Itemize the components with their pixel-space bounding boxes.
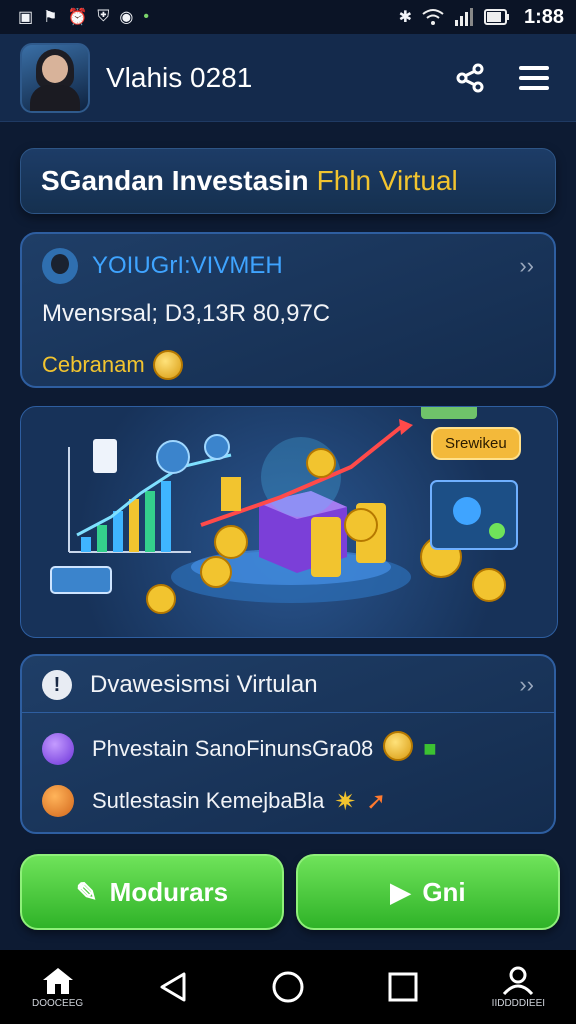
chevron-right-icon[interactable]: ›› xyxy=(519,672,534,698)
nav-profile-label: IIDDDDIEEI xyxy=(491,997,546,1009)
battery-icon xyxy=(483,9,509,25)
coin-icon xyxy=(383,731,414,767)
bluetooth-icon: ✱ xyxy=(398,9,412,26)
wifi-icon xyxy=(422,9,444,25)
app-bar: Vlahis 0281 xyxy=(0,34,576,122)
banner-title: SGandan Investasin xyxy=(41,165,309,196)
illustration-tag[interactable]: Srewikeu xyxy=(431,427,521,460)
list-item-label: Sutlestasin KemejbaBla xyxy=(92,788,325,813)
app-icon: ▣ xyxy=(18,9,34,26)
profile-icon xyxy=(503,966,534,995)
piggy-bank-icon xyxy=(42,733,74,765)
divider xyxy=(22,712,554,713)
menu-button[interactable] xyxy=(512,56,556,100)
banner-highlight: Fhln Virtual xyxy=(316,165,458,196)
recents-icon xyxy=(388,972,418,1002)
nav-back[interactable] xyxy=(138,957,208,1017)
nav-profile[interactable]: IIDDDDIEEI xyxy=(483,957,553,1017)
account-balance: Mvensrsal; D3,13R 80,97C xyxy=(42,300,331,327)
nav-home-circle[interactable] xyxy=(253,957,323,1017)
back-icon xyxy=(160,972,186,1002)
page-title: Vlahis 0281 xyxy=(106,61,253,93)
list-item[interactable]: Sutlestasin KemejbaBla ✷ ➚ xyxy=(42,785,534,817)
bottom-nav-bar: DOOCEEG IIDDDDIEEI xyxy=(0,950,576,1024)
status-bar: ▣ ⚑ ⏰ ⛨ ◉ • ✱ 1:88 xyxy=(0,0,576,34)
signal-icon xyxy=(454,8,473,26)
share-icon xyxy=(456,63,484,92)
modurars-button[interactable]: ✎ Modurars xyxy=(20,854,284,930)
info-icon: ! xyxy=(42,670,72,700)
nav-home[interactable]: DOOCEEG xyxy=(23,957,93,1017)
circle-icon: ◉ xyxy=(119,9,134,26)
virtual-investment-card: ! Dvawesismsi Virtulan ›› Phvestain Sano… xyxy=(20,654,556,834)
section-banner: SGandan Investasin Fhln Virtual xyxy=(20,148,556,214)
virtual-card-title: Dvawesismsi Virtulan xyxy=(90,671,318,698)
account-name: YOIUGrI:VIVMEH xyxy=(92,252,283,279)
status-right-icons: ✱ 1:88 xyxy=(399,6,564,29)
nav-recents[interactable] xyxy=(368,957,438,1017)
account-card[interactable]: YOIUGrI:VIVMEH ›› Mvensrsal; D3,13R 80,9… xyxy=(20,232,556,388)
nav-home-label: DOOCEEG xyxy=(32,997,84,1009)
flag-icon: ⚑ xyxy=(43,9,58,26)
account-sub-label: Cebranam xyxy=(42,352,145,377)
modurars-button-label: Modurars xyxy=(109,876,229,907)
investment-illustration: Srewikeu xyxy=(20,406,558,638)
share-button[interactable] xyxy=(448,56,492,100)
home-icon xyxy=(42,967,73,994)
circle-home-icon xyxy=(272,971,304,1003)
account-avatar xyxy=(42,248,78,284)
avatar[interactable] xyxy=(20,42,90,113)
account-sub-label-row: Cebranam xyxy=(42,350,534,380)
status-time: 1:88 xyxy=(523,5,564,28)
alarm-icon: ⏰ xyxy=(67,9,88,26)
menu-icon xyxy=(519,65,549,90)
coin-icon xyxy=(152,350,183,380)
list-item[interactable]: Phvestain SanoFinunsGra08 ■ xyxy=(42,731,534,767)
arrow-up-icon: ➚ xyxy=(366,787,387,815)
shield-icon: ⛨ xyxy=(97,8,110,25)
list-item-label: Phvestain SanoFinunsGra08 xyxy=(92,736,374,761)
status-left-icons: ▣ ⚑ ⏰ ⛨ ◉ • xyxy=(18,7,149,27)
play-icon: ▶ xyxy=(390,876,411,907)
chevron-right-icon[interactable]: ›› xyxy=(519,253,534,279)
star-badge-icon: ✷ xyxy=(334,785,357,816)
edit-icon: ✎ xyxy=(75,876,98,907)
notification-dot-icon: • xyxy=(143,8,149,25)
go-button-label: Gni xyxy=(422,876,466,907)
go-button[interactable]: ▶ Gni xyxy=(296,854,560,930)
target-icon xyxy=(42,785,74,817)
chart-badge-icon: ■ xyxy=(423,736,437,761)
